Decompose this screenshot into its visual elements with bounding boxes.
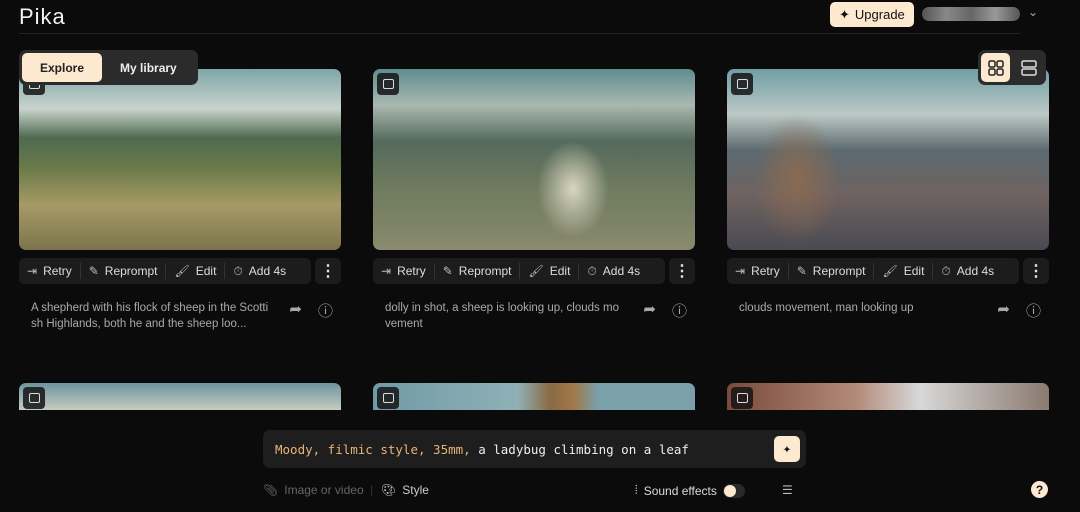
share-icon[interactable]: ➦	[997, 300, 1010, 321]
tab-my-library[interactable]: My library	[102, 53, 195, 82]
info-icon[interactable]: ⓘ	[1026, 300, 1041, 321]
sparkle-icon: ✦	[839, 6, 850, 22]
image-icon	[377, 73, 399, 95]
reprompt-button[interactable]: ✎ Reprompt	[435, 263, 521, 279]
info-icon[interactable]: ⓘ	[318, 300, 333, 332]
info-icon[interactable]: ⓘ	[672, 300, 687, 332]
tab-explore[interactable]: Explore	[22, 53, 103, 82]
divider	[19, 33, 1020, 34]
video-thumbnail[interactable]	[19, 69, 341, 250]
add-4s-button[interactable]: ⏱ Add 4s	[579, 263, 648, 279]
video-caption: dolly in shot, a sheep is looking up, cl…	[385, 302, 619, 330]
attach-button[interactable]: 📎︎ Image or video	[263, 483, 364, 497]
reprompt-button[interactable]: ✎ Reprompt	[789, 263, 875, 279]
video-thumbnail[interactable]	[19, 383, 341, 410]
retry-icon: ⇥	[381, 264, 392, 278]
pika-logo[interactable]: Pika	[19, 4, 66, 30]
paperclip-icon: 📎︎	[263, 483, 279, 497]
waveform-icon: ⦙	[635, 483, 638, 497]
edit-button[interactable]: 🖌 Edit	[874, 263, 934, 279]
edit-square-icon: ✎	[796, 264, 807, 278]
generate-button[interactable]: ✦	[774, 436, 800, 462]
image-icon	[731, 387, 753, 409]
edit-square-icon: ✎	[442, 264, 453, 278]
add-4s-button[interactable]: ⏱ Add 4s	[933, 263, 1002, 279]
image-icon	[23, 387, 45, 409]
video-thumbnail[interactable]	[727, 383, 1049, 410]
more-options-button[interactable]: ⋮	[669, 258, 695, 284]
retry-button[interactable]: ⇥ Retry	[727, 263, 789, 279]
video-thumbnail[interactable]	[373, 383, 695, 410]
video-card: ⇥ Retry ✎ Reprompt 🖌 Edit ⏱ Add 4s ⋮ A sheph…	[19, 69, 341, 332]
chevron-down-icon[interactable]: ⌄	[1028, 5, 1038, 19]
video-thumbnail[interactable]	[373, 69, 695, 250]
list-view-button[interactable]	[1014, 53, 1043, 82]
palette-icon: 🎨︎	[381, 483, 397, 497]
video-card: ⇥ Retry ✎ Reprompt 🖌 Edit ⏱ Add 4s ⋮ clouds …	[727, 69, 1049, 321]
edit-button[interactable]: 🖌 Edit	[520, 263, 580, 279]
video-thumbnail[interactable]	[727, 69, 1049, 250]
sound-effects-control: ⦙ Sound effects	[635, 483, 745, 498]
more-options-button[interactable]: ⋮	[1023, 258, 1049, 284]
video-caption: clouds movement, man looking up	[739, 302, 914, 314]
video-caption: A shepherd with his flock of sheep in th…	[31, 302, 269, 330]
retry-icon: ⇥	[735, 264, 746, 278]
rows-icon	[1020, 59, 1037, 76]
grid-icon	[987, 59, 1004, 76]
video-card: ⇥ Retry ✎ Reprompt 🖌 Edit ⏱ Add 4s ⋮ dolly i…	[373, 69, 695, 332]
timer-icon: ⏱	[233, 263, 243, 278]
edit-button[interactable]: 🖌 Edit	[166, 263, 226, 279]
brush-icon: 🖌	[174, 264, 190, 278]
more-options-button[interactable]: ⋮	[315, 258, 341, 284]
retry-icon: ⇥	[27, 264, 38, 278]
sparkle-icon: ✦	[782, 441, 792, 457]
timer-icon: ⏱	[941, 263, 951, 278]
image-icon	[377, 387, 399, 409]
brush-icon: 🖌	[528, 264, 544, 278]
add-4s-button[interactable]: ⏱ Add 4s	[225, 263, 294, 279]
account-name-blurred[interactable]	[922, 7, 1020, 21]
sliders-icon: ☰	[782, 483, 793, 497]
settings-sliders-button[interactable]: ☰	[782, 483, 793, 497]
retry-button[interactable]: ⇥ Retry	[19, 263, 81, 279]
share-icon[interactable]: ➦	[643, 300, 656, 332]
brush-icon: 🖌	[882, 264, 898, 278]
image-icon	[731, 73, 753, 95]
upgrade-button[interactable]: ✦ Upgrade	[830, 2, 914, 27]
prompt-input[interactable]: Moody, filmic style, 35mm, a ladybug cli…	[263, 430, 806, 468]
tab-bar: Explore My library	[19, 50, 198, 85]
share-icon[interactable]: ➦	[289, 300, 302, 332]
timer-icon: ⏱	[587, 263, 597, 278]
grid-view-button[interactable]	[981, 53, 1010, 82]
sound-effects-toggle[interactable]	[722, 483, 745, 498]
help-button[interactable]: ?	[1031, 481, 1048, 498]
view-toggle	[978, 50, 1046, 85]
edit-square-icon: ✎	[88, 264, 99, 278]
retry-button[interactable]: ⇥ Retry	[373, 263, 435, 279]
style-button[interactable]: 🎨︎ Style	[381, 483, 429, 497]
reprompt-button[interactable]: ✎ Reprompt	[81, 263, 167, 279]
